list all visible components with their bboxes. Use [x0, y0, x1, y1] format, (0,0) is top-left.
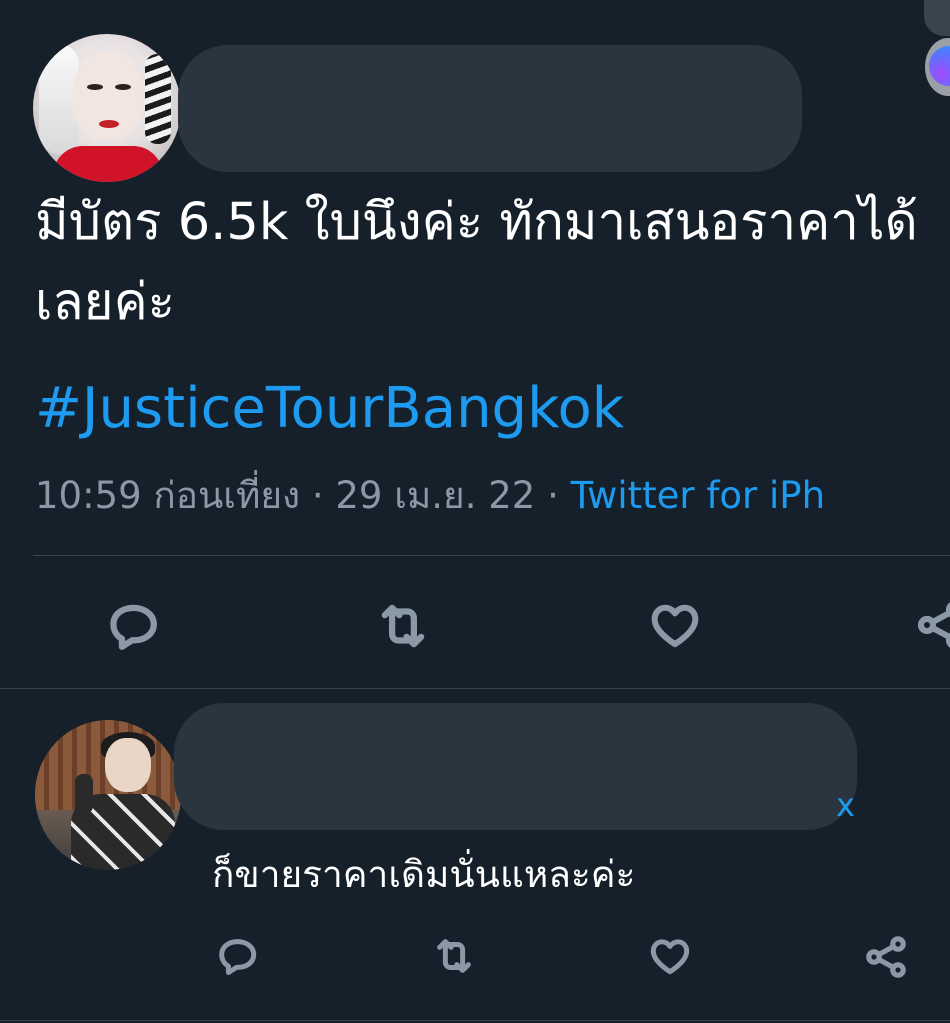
messenger-chat-head-icon[interactable] — [925, 38, 950, 96]
main-tweet-text: มีบัตร 6.5k ใบนึงค่ะ ทักมาเสนอราคาได้เลย… — [35, 193, 918, 332]
tweet-metadata: 10:59 ก่อนเที่ยง · 29 เม.ย. 22 · Twitter… — [35, 470, 825, 522]
retweet-icon[interactable] — [428, 933, 480, 983]
meta-separator: · — [547, 474, 559, 517]
share-icon[interactable] — [862, 933, 910, 985]
tweet-time[interactable]: 10:59 ก่อนเที่ยง — [35, 474, 300, 517]
divider — [33, 555, 950, 556]
divider — [0, 688, 950, 689]
share-icon[interactable] — [913, 597, 950, 657]
meta-separator: · — [311, 474, 324, 517]
reply-icon[interactable] — [215, 933, 261, 983]
main-tweet-avatar[interactable] — [33, 34, 181, 182]
like-icon[interactable] — [647, 597, 703, 657]
tweet-client-link[interactable]: Twitter for iPh — [571, 474, 825, 517]
reply-icon[interactable] — [105, 597, 163, 659]
divider — [0, 1020, 950, 1021]
redacted-username — [178, 45, 802, 172]
hashtag-link[interactable]: #JusticeTourBangkok — [35, 371, 624, 447]
redacted-username — [174, 703, 857, 830]
top-right-overlay — [924, 0, 950, 36]
like-icon[interactable] — [647, 933, 693, 983]
reply-tweet-text: ก็ขายราคาเดิมนั่นแหละค่ะ — [212, 853, 636, 896]
handle-fragment: x — [836, 786, 855, 824]
retweet-icon[interactable] — [371, 597, 435, 659]
tweet-date[interactable]: 29 เม.ย. 22 — [335, 474, 535, 517]
reply-tweet-avatar[interactable] — [35, 720, 181, 870]
